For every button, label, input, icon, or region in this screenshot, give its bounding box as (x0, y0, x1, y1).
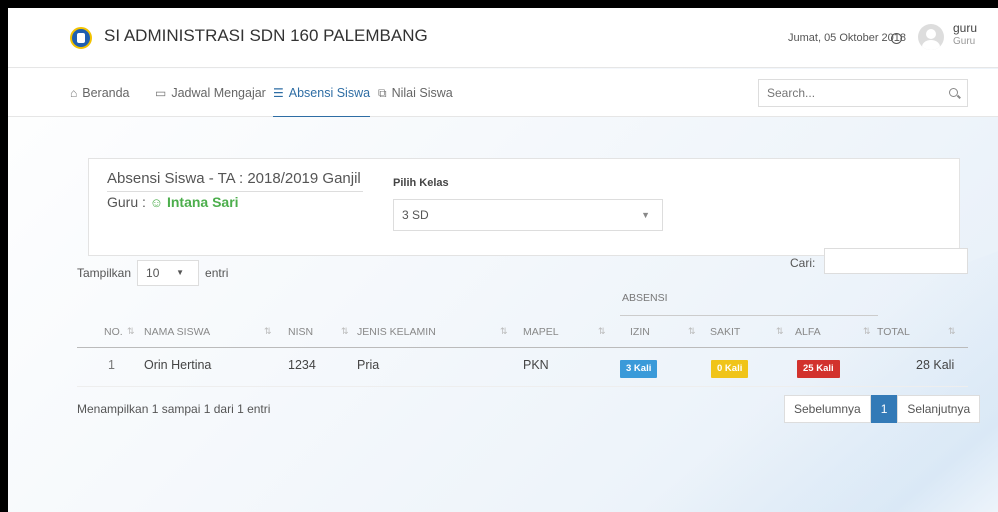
col-header-jenis-kelamin[interactable]: JENIS KELAMIN (357, 326, 436, 338)
caret-down-icon: ▼ (176, 268, 185, 277)
person-icon: ☺ (149, 195, 164, 210)
nav-item-absensi-siswa[interactable]: ☰ Absensi Siswa (273, 69, 371, 117)
col-header-nisn[interactable]: NISN (288, 326, 313, 338)
sort-icon[interactable]: ⇅ (776, 326, 784, 337)
top-header: SI ADMINISTRASI SDN 160 PALEMBANG Jumat,… (8, 8, 998, 68)
col-header-no[interactable]: NO. (104, 326, 123, 338)
page-1-button[interactable]: 1 (870, 395, 898, 423)
current-date: Jumat, 05 Oktober 2018 (788, 32, 907, 44)
col-header-alfa[interactable]: ALFA (795, 326, 821, 338)
cell-nama-siswa: Orin Hertina (144, 358, 212, 372)
sort-icon[interactable]: ⇅ (948, 326, 956, 337)
nav-item-label: Absensi Siswa (288, 85, 371, 100)
user-role: Guru (953, 36, 976, 47)
chevron-down-icon: ▼ (641, 210, 650, 220)
col-header-mapel[interactable]: MAPEL (523, 326, 559, 338)
pagination: Sebelumnya 1 Selanjutnya (784, 395, 981, 423)
guru-name: Intana Sari (166, 194, 239, 210)
school-logo-icon (70, 27, 92, 49)
pilih-kelas-label: Pilih Kelas (393, 177, 449, 189)
table-header-divider (77, 347, 968, 348)
kelas-selected-value: 3 SD (402, 208, 429, 222)
user-avatar[interactable] (918, 24, 944, 50)
show-label: Tampilkan (77, 266, 132, 280)
search-icon[interactable] (949, 88, 958, 97)
entries-select-value: 10 (146, 266, 160, 280)
guru-line: Guru : ☺ Intana Sari (107, 194, 239, 210)
clock-icon (891, 33, 902, 44)
col-header-sakit[interactable]: SAKIT (710, 326, 740, 338)
search-input[interactable] (758, 79, 968, 107)
nav-item-beranda[interactable]: ⌂ Beranda (70, 69, 130, 117)
main-nav: ⌂ Beranda ▭ Jadwal Mengajar ☰ Absensi Si… (8, 69, 998, 117)
cell-mapel: PKN (523, 358, 549, 372)
copy-icon: ⧉ (378, 86, 387, 100)
calendar-icon: ▭ (155, 86, 167, 100)
sort-icon[interactable]: ⇅ (688, 326, 696, 337)
sakit-badge: 0 Kali (711, 360, 749, 378)
sort-icon[interactable]: ⇅ (500, 326, 508, 337)
sort-icon[interactable]: ⇅ (598, 326, 606, 337)
next-page-button[interactable]: Selanjutnya (897, 395, 981, 423)
izin-badge: 3 Kali (620, 360, 658, 378)
table-search-label: Cari: (790, 256, 816, 270)
prev-page-button[interactable]: Sebelumnya (784, 395, 871, 423)
panel-title: Absensi Siswa - TA : 2018/2019 Ganjil (107, 170, 363, 192)
kelas-select[interactable]: 3 SD ▼ (393, 199, 663, 231)
app-title: SI ADMINISTRASI SDN 160 PALEMBANG (104, 26, 428, 45)
home-icon: ⌂ (70, 86, 78, 100)
alfa-badge: 25 Kali (797, 360, 840, 378)
list-icon: ☰ (273, 85, 284, 100)
table-info: Menampilkan 1 sampai 1 dari 1 entri (77, 402, 271, 416)
sort-asc-icon[interactable]: ⇅ (127, 326, 135, 337)
cell-total: 28 Kali (916, 358, 955, 372)
sort-icon[interactable]: ⇅ (264, 326, 272, 337)
nav-item-label: Nilai Siswa (391, 86, 453, 100)
entries-label: entri (205, 266, 229, 280)
absensi-group-header: ABSENSI (620, 292, 878, 316)
col-header-izin[interactable]: IZIN (630, 326, 650, 338)
nav-item-label: Beranda (82, 86, 130, 100)
absensi-filter-panel: Absensi Siswa - TA : 2018/2019 Ganjil Gu… (88, 158, 960, 256)
sort-icon[interactable]: ⇅ (341, 326, 349, 337)
nav-item-label: Jadwal Mengajar (171, 86, 266, 100)
user-name[interactable]: guru (953, 21, 977, 35)
entries-select[interactable]: 10 ▼ (137, 260, 200, 286)
table-search-input[interactable] (824, 248, 968, 274)
app-frame: SI ADMINISTRASI SDN 160 PALEMBANG Jumat,… (8, 8, 998, 512)
sort-icon[interactable]: ⇅ (863, 326, 871, 337)
nav-item-jadwal-mengajar[interactable]: ▭ Jadwal Mengajar (155, 69, 266, 117)
col-header-nama-siswa[interactable]: NAMA SISWA (144, 326, 210, 338)
guru-label: Guru : (107, 194, 146, 210)
cell-no: 1 (108, 358, 115, 372)
cell-nisn: 1234 (288, 358, 316, 372)
table-row-divider (77, 386, 968, 387)
col-header-total[interactable]: TOTAL (877, 326, 910, 338)
nav-item-nilai-siswa[interactable]: ⧉ Nilai Siswa (378, 69, 453, 117)
entries-length-control: Tampilkan 10 ▼ entri (77, 260, 228, 286)
cell-jenis-kelamin: Pria (357, 358, 380, 372)
